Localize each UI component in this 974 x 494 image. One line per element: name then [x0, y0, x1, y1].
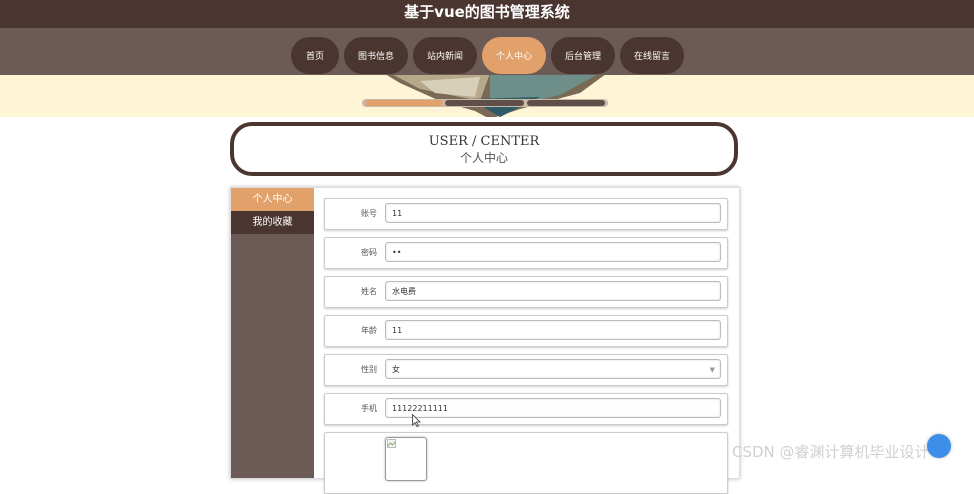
chevron-down-icon: ▼	[709, 366, 715, 374]
form-row-age: 年龄 11	[324, 315, 728, 347]
watermark-text: CSDN @睿渊计算机毕业设计	[732, 443, 930, 461]
account-label: 账号	[361, 209, 377, 218]
form-row-gender: 性别 女 ▼	[324, 354, 728, 386]
user-center-panel: 个人中心 我的收藏 账号 11 密码 •• 姓名 水电费 年龄 11 性别 女 …	[230, 187, 740, 494]
avatar-upload[interactable]	[385, 437, 427, 481]
broken-image-icon	[387, 439, 396, 448]
form-row-avatar	[324, 432, 728, 494]
sidebar: 个人中心 我的收藏	[231, 188, 314, 478]
phone-input[interactable]: 11122211111	[385, 398, 721, 418]
carousel-indicators	[362, 99, 608, 107]
gender-select[interactable]: 女 ▼	[385, 359, 721, 379]
account-input[interactable]: 11	[385, 203, 721, 223]
carousel-indicator-1[interactable]	[365, 100, 443, 106]
phone-label: 手机	[361, 404, 377, 413]
carousel-indicator-3[interactable]	[527, 100, 605, 106]
password-input[interactable]: ••	[385, 242, 721, 262]
nav-item-news[interactable]: 站内新闻	[413, 37, 477, 74]
nav-items: 首页 图书信息 站内新闻 个人中心 后台管理 在线留言	[291, 37, 684, 74]
mouse-cursor-icon	[412, 414, 421, 427]
age-label: 年龄	[361, 326, 377, 335]
banner-carousel	[0, 75, 974, 117]
age-input[interactable]: 11	[385, 320, 721, 340]
form-row-phone: 手机 11122211111	[324, 393, 728, 425]
profile-form: 账号 11 密码 •• 姓名 水电费 年龄 11 性别 女 ▼ 手机 11122…	[324, 198, 728, 494]
banner-book-image	[386, 75, 605, 117]
form-row-name: 姓名 水电费	[324, 276, 728, 308]
app-title: 基于vue的图书管理系统	[404, 3, 570, 21]
password-label: 密码	[361, 248, 377, 257]
app-title-bar: 基于vue的图书管理系统	[0, 0, 974, 28]
name-input[interactable]: 水电费	[385, 281, 721, 301]
sidebar-item-favorites[interactable]: 我的收藏	[231, 211, 314, 234]
section-title-cn: 个人中心	[459, 151, 508, 165]
nav-item-message[interactable]: 在线留言	[620, 37, 684, 74]
scroll-top-icon[interactable]	[927, 434, 951, 458]
gender-label: 性别	[361, 365, 377, 374]
sidebar-item-user-center[interactable]: 个人中心	[231, 188, 314, 211]
nav-item-home[interactable]: 首页	[291, 37, 339, 74]
section-title-en: USER / CENTER	[428, 134, 540, 149]
nav-item-admin[interactable]: 后台管理	[551, 37, 615, 74]
form-row-account: 账号 11	[324, 198, 728, 230]
name-label: 姓名	[361, 287, 377, 296]
nav-item-user-center[interactable]: 个人中心	[482, 37, 546, 74]
carousel-indicator-2[interactable]	[445, 100, 524, 106]
section-title-box: USER / CENTER 个人中心	[230, 122, 738, 176]
form-row-password: 密码 ••	[324, 237, 728, 269]
top-navigation: 首页 图书信息 站内新闻 个人中心 后台管理 在线留言	[0, 28, 974, 75]
nav-item-book-info[interactable]: 图书信息	[344, 37, 408, 74]
